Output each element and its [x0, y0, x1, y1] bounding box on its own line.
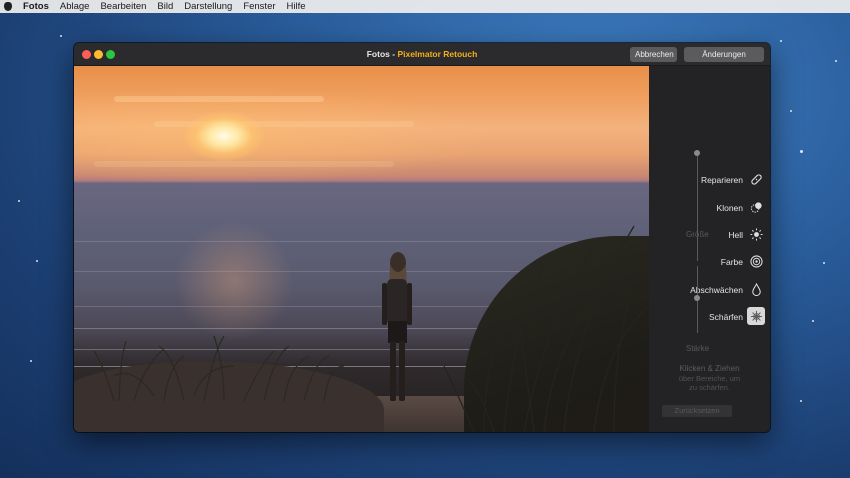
photo-canvas[interactable]	[74, 66, 649, 432]
title-extension: Pixelmator Retouch	[397, 49, 478, 59]
menu-hilfe[interactable]: Hilfe	[287, 1, 306, 12]
menu-bar: Fotos Ablage Bearbeiten Bild Darstellung…	[0, 0, 850, 13]
menu-darstellung[interactable]: Darstellung	[184, 1, 232, 12]
drop-icon[interactable]	[747, 280, 765, 298]
menu-ablage[interactable]: Ablage	[60, 1, 90, 12]
dune-grass	[93, 225, 649, 432]
reset-button[interactable]: Zurücksetzen	[662, 405, 732, 417]
size-slider-knob[interactable]	[694, 150, 700, 156]
apple-menu-icon[interactable]	[4, 2, 12, 11]
hint-line-1: über Bereiche, um	[678, 374, 741, 383]
clone-stamp-icon[interactable]	[747, 198, 765, 216]
size-label: Größe	[686, 230, 709, 239]
size-slider-track[interactable]	[697, 153, 698, 261]
strength-label: Stärke	[686, 344, 710, 353]
menu-bild[interactable]: Bild	[157, 1, 173, 12]
retouch-panel: Größe Reparieren Klonen Hell Farbe Absch…	[649, 66, 770, 432]
hint-line-2: zu schärfen.	[689, 383, 730, 392]
title-bar[interactable]: Fotos - Pixelmator Retouch Abbrechen Änd…	[74, 43, 770, 74]
menu-bearbeiten[interactable]: Bearbeiten	[100, 1, 146, 12]
tool-label-klonen[interactable]: Klonen	[717, 203, 743, 213]
sharpen-icon[interactable]	[747, 307, 765, 325]
save-changes-button[interactable]: Änderungen sichern	[684, 47, 764, 74]
cancel-button[interactable]: Abbrechen	[630, 47, 677, 62]
tool-label-reparieren[interactable]: Reparieren	[701, 175, 743, 185]
tool-label-hell[interactable]: Hell	[728, 230, 743, 240]
tool-label-farbe[interactable]: Farbe	[721, 257, 743, 267]
menu-fenster[interactable]: Fenster	[243, 1, 275, 12]
strength-slider-knob[interactable]	[694, 295, 700, 301]
bandage-icon[interactable]	[747, 170, 765, 188]
editor-window: Fotos - Pixelmator Retouch Abbrechen Änd…	[74, 43, 770, 432]
menu-app-name[interactable]: Fotos	[23, 1, 49, 12]
hint-title: Klicken & Ziehen	[679, 364, 740, 373]
tool-label-abschwaechen[interactable]: Abschwächen	[690, 285, 743, 295]
color-target-icon[interactable]	[747, 252, 765, 270]
tool-label-schaerfen[interactable]: Schärfen	[709, 312, 743, 322]
title-app: Fotos	[366, 49, 390, 59]
sun-icon[interactable]	[747, 225, 765, 243]
